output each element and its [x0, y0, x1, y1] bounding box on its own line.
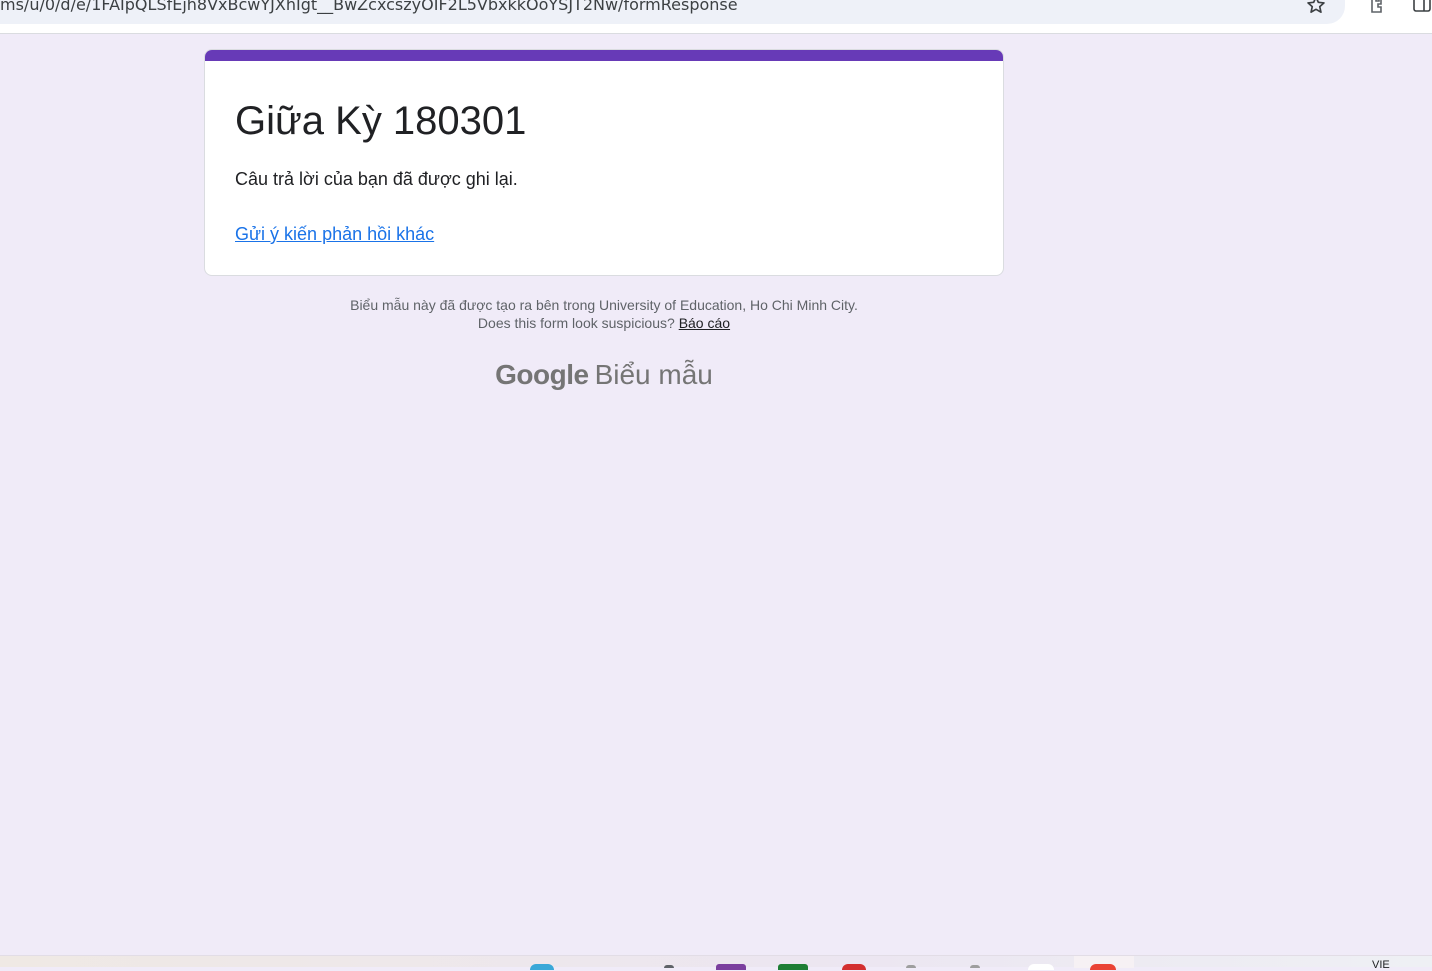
edge-icon[interactable] — [530, 964, 554, 970]
created-in-text: Biểu mẫu này đã được tạo ra bên trong Un… — [350, 297, 858, 313]
star-icon[interactable] — [1305, 0, 1327, 16]
suspicious-line: Does this form look suspicious? Báo cáo — [204, 314, 1004, 332]
excel-icon[interactable] — [778, 964, 808, 970]
form-title: Giữa Kỳ 180301 — [235, 99, 527, 143]
card-accent-bar — [205, 50, 1003, 61]
browser-toolbar: ms/u/0/d/e/1FAIpQLSfEjh8VxBcwYJXhIgt__Bw… — [0, 0, 1432, 34]
powerpoint-icon[interactable] — [716, 964, 746, 970]
address-bar-url[interactable]: ms/u/0/d/e/1FAIpQLSfEjh8VxBcwYJXhIgt__Bw… — [0, 0, 738, 16]
suspicious-question: Does this form look suspicious? — [477, 315, 675, 331]
submit-another-response-link[interactable]: Gửi ý kiến phản hồi khác — [235, 222, 434, 246]
report-abuse-link[interactable]: Báo cáo — [679, 315, 730, 331]
side-panel-icon[interactable] — [1412, 0, 1432, 14]
form-response-card: Giữa Kỳ 180301 Câu trả lời của bạn đã đư… — [204, 49, 1004, 276]
extensions-icon[interactable] — [1369, 0, 1387, 14]
chrome-icon[interactable] — [1090, 964, 1116, 970]
google-wordmark: Google — [495, 359, 589, 390]
app-white-icon[interactable] — [1028, 964, 1054, 970]
os-taskbar: VIE — [0, 955, 1432, 971]
response-recorded-message: Câu trả lời của bạn đã được ghi lại. — [235, 169, 518, 189]
forms-wordmark: Biểu mẫu — [594, 359, 713, 390]
language-indicator[interactable]: VIE — [1372, 960, 1390, 971]
form-footer: Biểu mẫu này đã được tạo ra bên trong Un… — [204, 296, 1004, 332]
google-forms-logo[interactable]: Google Biểu mẫu — [204, 358, 1004, 392]
app-red-icon[interactable] — [842, 964, 866, 970]
